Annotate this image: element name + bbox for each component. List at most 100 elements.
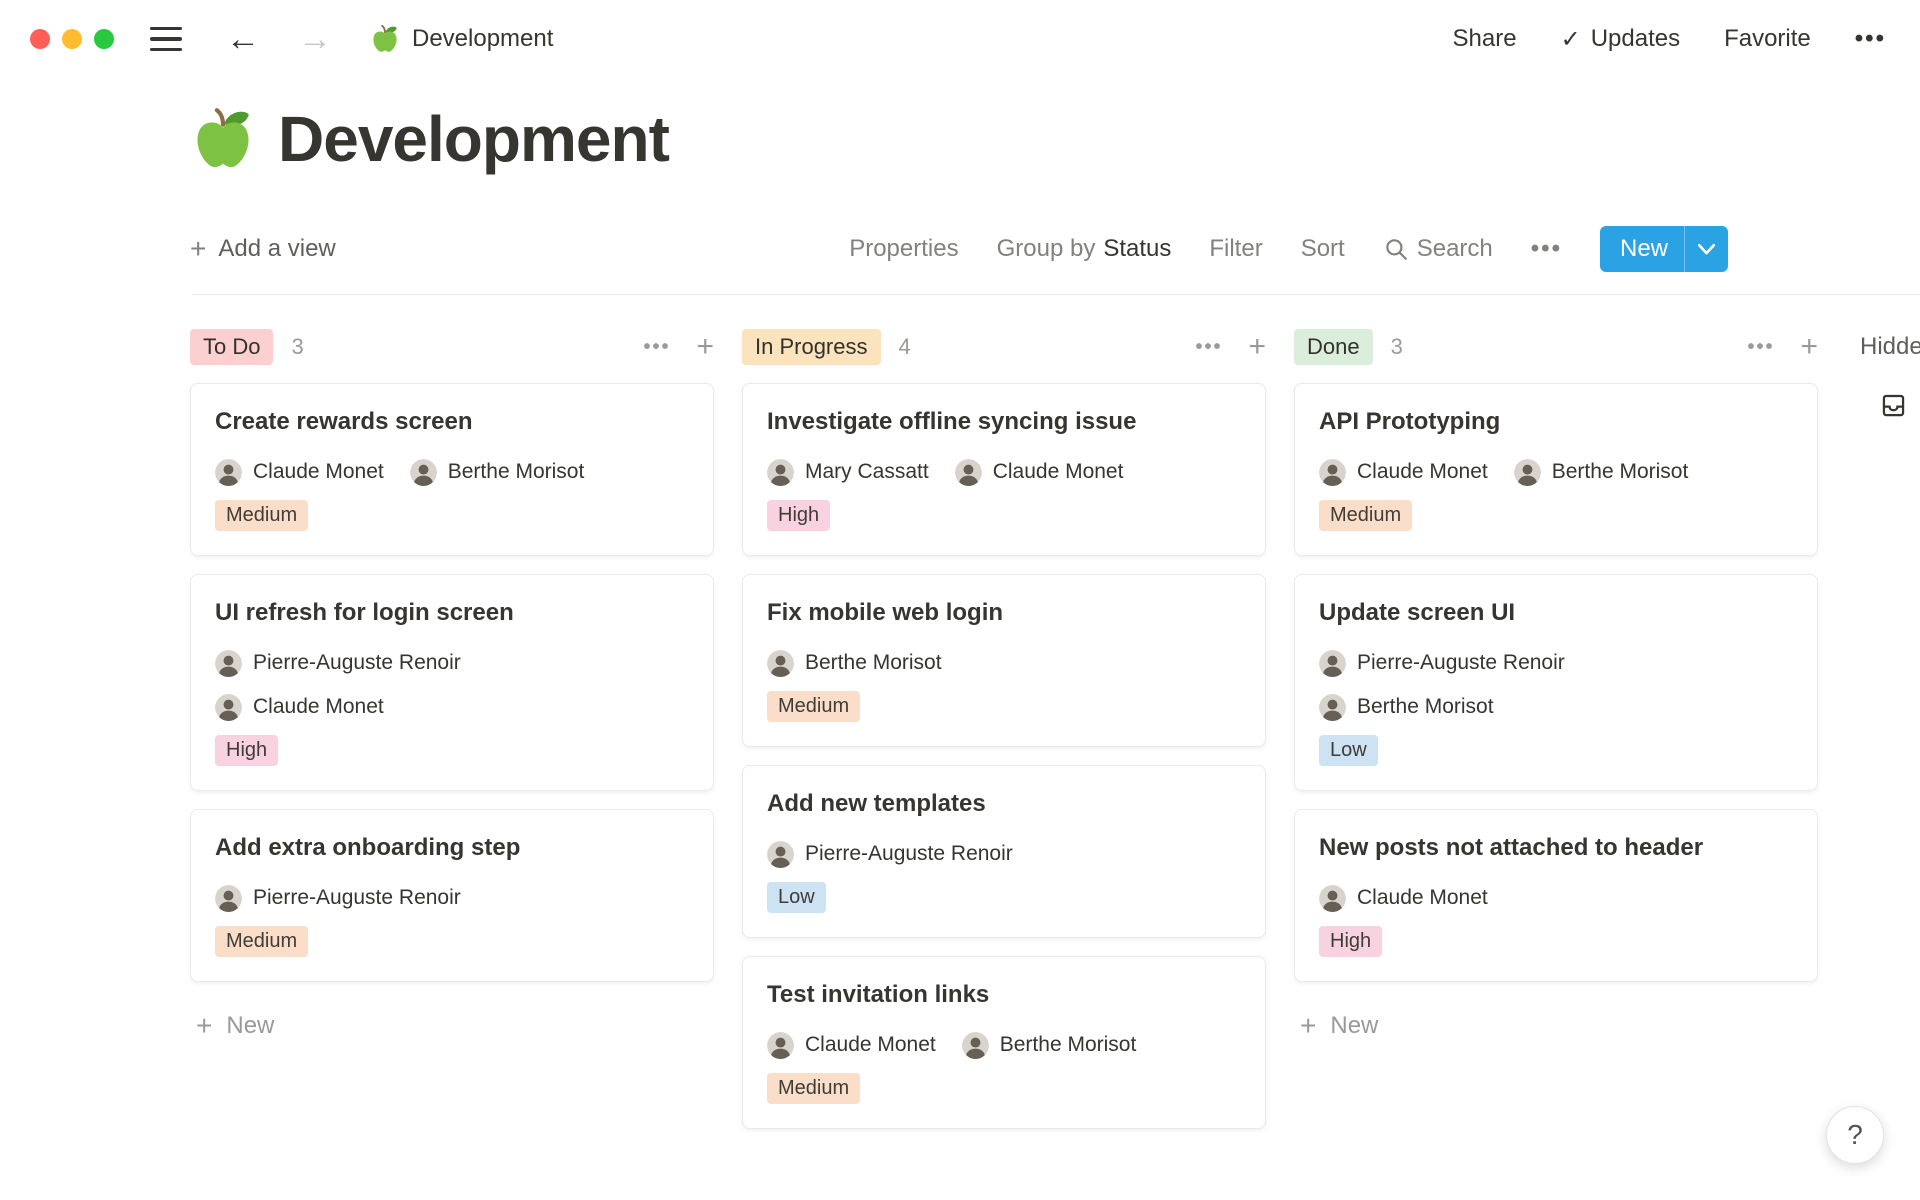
card-title: New posts not attached to header: [1319, 834, 1793, 862]
card[interactable]: API PrototypingClaude MonetBerthe Moriso…: [1294, 383, 1818, 556]
close-window-button[interactable]: [30, 29, 50, 49]
assignee-name: Pierre-Auguste Renoir: [253, 886, 461, 910]
assignee-name: Berthe Morisot: [1357, 695, 1494, 719]
assignee: Berthe Morisot: [1514, 459, 1689, 486]
column-add-icon[interactable]: +: [696, 332, 714, 362]
breadcrumb[interactable]: Development: [370, 24, 553, 54]
check-icon: ✓: [1561, 25, 1581, 54]
assignee-name: Mary Cassatt: [805, 460, 929, 484]
assignee-row: Claude MonetBerthe Morisot: [767, 1029, 1241, 1061]
priority-row: High: [215, 735, 689, 766]
card[interactable]: UI refresh for login screenPierre-August…: [190, 574, 714, 791]
sort-button[interactable]: Sort: [1301, 235, 1345, 263]
page-apple-emoji-icon: [190, 106, 256, 172]
zoom-window-button[interactable]: [94, 29, 114, 49]
column-header: To Do3•••+: [190, 325, 714, 369]
help-button[interactable]: ?: [1826, 1106, 1884, 1164]
avatar-icon: [1319, 459, 1346, 486]
card[interactable]: Add new templatesPierre-Auguste RenoirLo…: [742, 765, 1266, 938]
hidden-column-item[interactable]: No Status: [1860, 391, 1920, 419]
view-toolbar: + Add a view Properties Group by Status …: [190, 226, 1728, 272]
back-icon[interactable]: ←: [226, 22, 260, 56]
assignee-row: Pierre-Auguste Renoir: [767, 838, 1241, 870]
share-button[interactable]: Share: [1453, 25, 1517, 53]
column-more-icon[interactable]: •••: [1747, 336, 1774, 359]
column-more-icon[interactable]: •••: [643, 336, 670, 359]
new-button-label: New: [1600, 235, 1684, 263]
assignee: Claude Monet: [215, 459, 384, 486]
priority-row: High: [1319, 926, 1793, 957]
assignee: Berthe Morisot: [962, 1032, 1137, 1059]
search-button[interactable]: Search: [1383, 235, 1493, 263]
window-controls: [30, 29, 114, 49]
avatar-icon: [767, 1032, 794, 1059]
properties-button[interactable]: Properties: [849, 235, 958, 263]
card-title: Add extra onboarding step: [215, 834, 689, 862]
card[interactable]: Test invitation linksClaude MonetBerthe …: [742, 956, 1266, 1129]
assignee: Pierre-Auguste Renoir: [767, 841, 1013, 868]
hidden-columns-label[interactable]: Hidden: [1860, 333, 1920, 361]
favorite-button[interactable]: Favorite: [1724, 25, 1811, 53]
assignee-name: Claude Monet: [993, 460, 1124, 484]
chevron-down-icon[interactable]: [1685, 244, 1728, 255]
avatar-icon: [767, 841, 794, 868]
add-view-button[interactable]: + Add a view: [190, 233, 336, 265]
filter-button[interactable]: Filter: [1209, 235, 1262, 263]
apple-emoji-icon: [370, 24, 400, 54]
forward-icon[interactable]: →: [298, 22, 332, 56]
card[interactable]: Update screen UIPierre-Auguste RenoirBer…: [1294, 574, 1818, 791]
new-card-button[interactable]: +New: [190, 1000, 714, 1052]
board-column-to-do: To Do3•••+Create rewards screenClaude Mo…: [190, 325, 714, 1052]
avatar-icon: [410, 459, 437, 486]
assignee-name: Claude Monet: [253, 695, 384, 719]
new-card-button[interactable]: +New: [1294, 1000, 1818, 1052]
avatar-icon: [955, 459, 982, 486]
board-column-done: Done 3 ••• + API PrototypingClaude MonetBert…: [1294, 325, 1818, 1052]
column-add-icon[interactable]: +: [1800, 332, 1818, 362]
assignee: Claude Monet: [1319, 885, 1488, 912]
column-title-badge[interactable]: Done: [1294, 329, 1373, 365]
assignee-name: Berthe Morisot: [1552, 460, 1689, 484]
priority-row: High: [767, 500, 1241, 531]
avatar-icon: [767, 459, 794, 486]
toolbar-more-icon[interactable]: •••: [1531, 235, 1562, 263]
new-card-label: New: [1330, 1012, 1378, 1040]
card[interactable]: Investigate offline syncing issueMary Ca…: [742, 383, 1266, 556]
assignee-name: Berthe Morisot: [1000, 1033, 1137, 1057]
card[interactable]: Add extra onboarding step Pierre-Auguste …: [190, 809, 714, 982]
topbar-actions: Share ✓ Updates Favorite •••: [1453, 25, 1886, 54]
column-count: 3: [1391, 334, 1403, 360]
assignee-row: Claude Monet: [215, 691, 689, 723]
card[interactable]: Fix mobile web loginBerthe MorisotMedium: [742, 574, 1266, 747]
column-add-icon[interactable]: +: [1248, 332, 1266, 362]
updates-label: Updates: [1591, 25, 1680, 53]
priority-row: Medium: [1319, 500, 1793, 531]
priority-badge: Medium: [215, 926, 308, 957]
board: To Do 3 ••• + Create rewards screenClaude Mo…: [0, 295, 1920, 1147]
column-header: Done 3 ••• +: [1294, 325, 1818, 369]
group-by-button[interactable]: Group by Status: [997, 235, 1172, 263]
avatar-icon: [215, 459, 242, 486]
assignee-name: Berthe Morisot: [448, 460, 585, 484]
assignee-name: Claude Monet: [1357, 460, 1488, 484]
minimize-window-button[interactable]: [62, 29, 82, 49]
new-button[interactable]: New: [1600, 226, 1728, 272]
assignee: Claude Monet: [215, 694, 384, 721]
assignee-row: Claude Monet: [1319, 882, 1793, 914]
column-title-badge[interactable]: To Do: [190, 329, 273, 365]
search-icon: [1383, 236, 1409, 262]
card[interactable]: New posts not attached to header Claude M…: [1294, 809, 1818, 982]
assignee-name: Claude Monet: [253, 460, 384, 484]
column-header: In Progress4•••+: [742, 325, 1266, 369]
more-icon[interactable]: •••: [1855, 25, 1886, 53]
avatar-icon: [1319, 885, 1346, 912]
window-titlebar: ← → Development Share ✓ Updates Favorite…: [0, 0, 1920, 78]
column-more-icon[interactable]: •••: [1195, 336, 1222, 359]
updates-button[interactable]: ✓ Updates: [1561, 25, 1681, 54]
column-title-badge[interactable]: In Progress: [742, 329, 881, 365]
priority-row: Medium: [215, 500, 689, 531]
sidebar-menu-icon[interactable]: [150, 27, 182, 52]
priority-badge: Medium: [767, 691, 860, 722]
card[interactable]: Create rewards screenClaude MonetBerthe …: [190, 383, 714, 556]
priority-badge: Medium: [767, 1073, 860, 1104]
